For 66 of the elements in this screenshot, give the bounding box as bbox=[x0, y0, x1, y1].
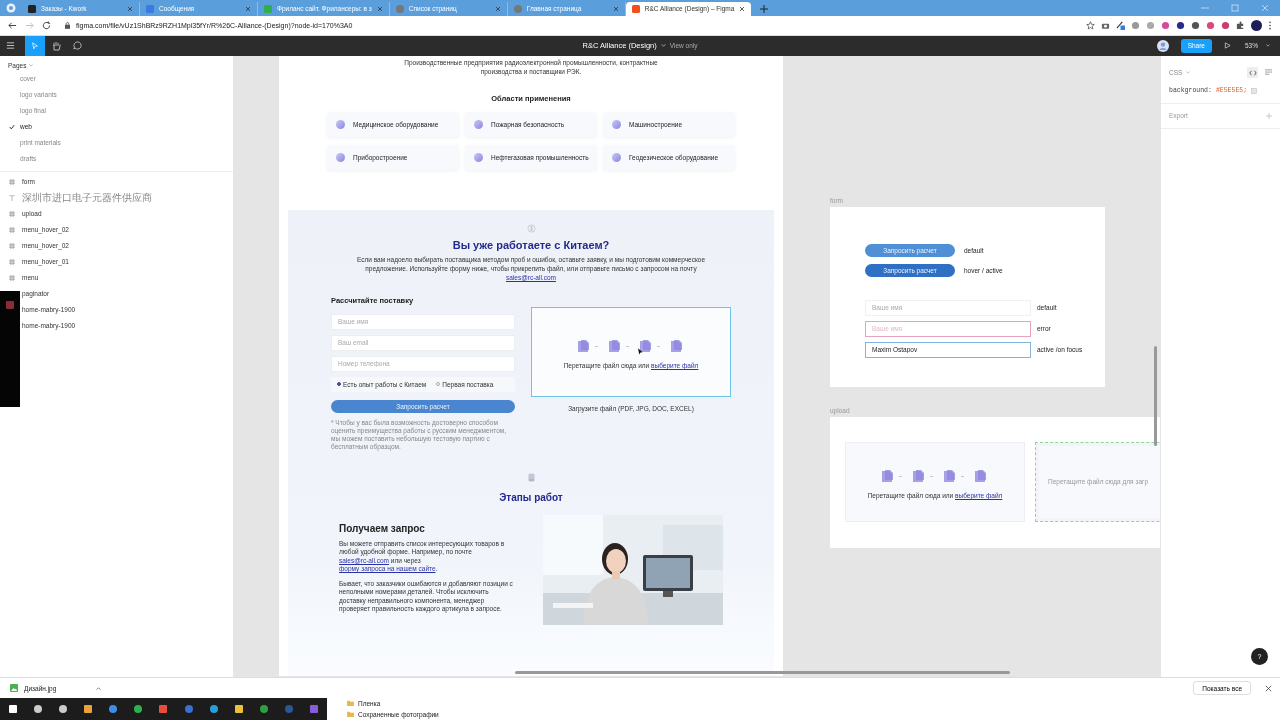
move-tool-button[interactable] bbox=[25, 35, 45, 56]
close-icon[interactable] bbox=[245, 5, 251, 12]
section-title: Вы уже работаете с Китаем? bbox=[452, 238, 610, 251]
close-icon[interactable] bbox=[1265, 684, 1272, 692]
text-layer-icon bbox=[9, 194, 15, 201]
browser-icon[interactable] bbox=[6, 2, 16, 13]
scrollbar[interactable] bbox=[515, 670, 1010, 674]
reload-icon[interactable] bbox=[42, 20, 51, 30]
comment-icon[interactable] bbox=[73, 41, 82, 51]
circle-icon bbox=[336, 119, 345, 129]
taskbar-app-icon[interactable] bbox=[233, 704, 244, 714]
taskbar-app-icon[interactable] bbox=[83, 704, 93, 714]
close-icon[interactable] bbox=[376, 5, 383, 12]
frame-icon bbox=[9, 210, 15, 217]
section-title: Этапы работ bbox=[499, 491, 563, 503]
caret-icon[interactable] bbox=[96, 686, 101, 690]
new-tab-icon[interactable] bbox=[760, 4, 769, 13]
circle-icon bbox=[612, 152, 621, 162]
favicon-icon bbox=[146, 4, 154, 13]
code-view-button[interactable] bbox=[1247, 67, 1258, 79]
taskbar-app-icon[interactable] bbox=[208, 704, 219, 714]
layer-item[interactable]: 深圳市进口电子元器件供应商 bbox=[22, 190, 152, 205]
close-icon[interactable] bbox=[612, 5, 619, 12]
hand-icon[interactable] bbox=[51, 40, 61, 51]
back-icon[interactable] bbox=[8, 20, 17, 30]
pointer-icon bbox=[31, 41, 39, 50]
taskbar-app-icon[interactable] bbox=[57, 704, 68, 714]
frame-icon bbox=[9, 226, 15, 233]
database-icon bbox=[527, 472, 535, 482]
taskbar-app-icon[interactable] bbox=[7, 704, 18, 714]
checkmark-icon bbox=[9, 123, 15, 130]
circle-icon bbox=[474, 152, 483, 162]
profile-avatar-icon[interactable] bbox=[1251, 19, 1262, 31]
ring-icon bbox=[526, 223, 536, 233]
favicon-icon bbox=[631, 4, 640, 13]
circle-icon bbox=[474, 119, 483, 129]
scrollbar[interactable] bbox=[1154, 345, 1157, 446]
frame-icon bbox=[9, 258, 15, 265]
favicon-icon bbox=[395, 4, 404, 13]
step-title: Получаем запрос bbox=[339, 522, 426, 534]
cursor-icon bbox=[638, 347, 643, 355]
star-icon[interactable] bbox=[1086, 20, 1095, 30]
favicon-icon bbox=[264, 4, 272, 13]
puzzle-icon[interactable] bbox=[1236, 20, 1245, 30]
swatch-icon bbox=[1251, 87, 1258, 94]
user-avatar-icon[interactable] bbox=[1156, 39, 1169, 52]
frame-icon bbox=[9, 178, 15, 185]
radio-icon[interactable] bbox=[337, 382, 341, 387]
circle-icon bbox=[336, 152, 345, 162]
pen-icon[interactable] bbox=[1116, 20, 1125, 30]
frame-icon bbox=[9, 274, 15, 281]
lock-icon bbox=[65, 21, 70, 29]
menu-icon[interactable] bbox=[6, 41, 15, 51]
favicon-icon bbox=[513, 4, 522, 13]
close-icon[interactable] bbox=[127, 5, 133, 12]
more-icon[interactable] bbox=[1268, 20, 1272, 30]
close-icon[interactable] bbox=[494, 5, 501, 12]
circle-icon bbox=[612, 119, 621, 129]
app-icon bbox=[6, 300, 14, 309]
taskbar-app-icon[interactable] bbox=[133, 704, 144, 714]
favicon-icon bbox=[28, 4, 36, 13]
play-icon[interactable] bbox=[1224, 42, 1231, 50]
close-icon[interactable] bbox=[739, 5, 746, 12]
image-file-icon bbox=[10, 684, 18, 692]
taskbar-app-icon[interactable] bbox=[32, 704, 43, 714]
frame-icon bbox=[9, 242, 15, 249]
